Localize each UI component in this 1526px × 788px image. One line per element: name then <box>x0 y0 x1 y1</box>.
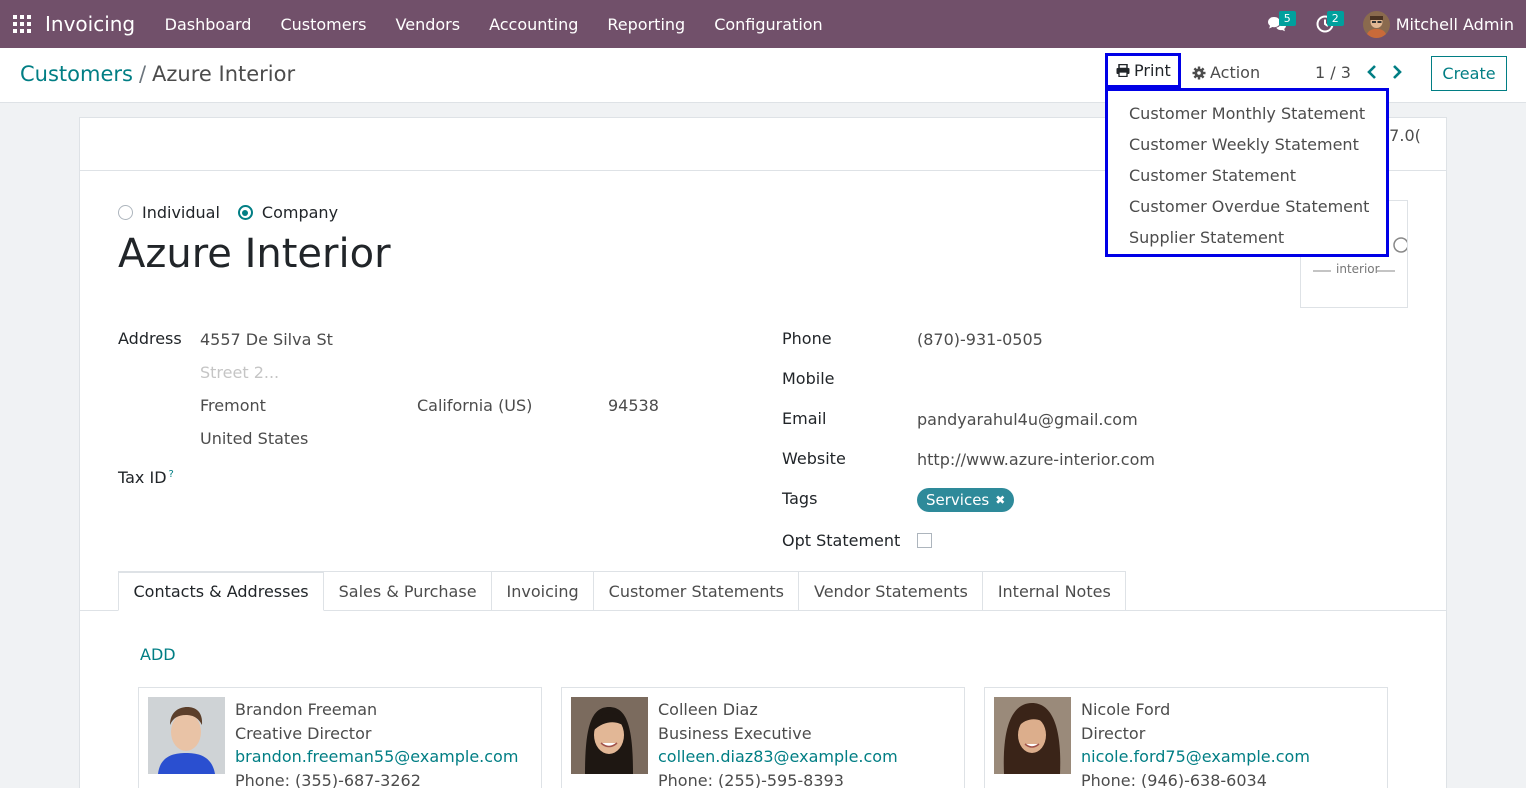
tab-contacts-addresses[interactable]: Contacts & Addresses <box>118 571 325 611</box>
contact-photo <box>571 697 648 774</box>
contact-name: Nicole Ford <box>1081 700 1171 719</box>
contact-photo <box>148 697 225 774</box>
breadcrumb-customers-link[interactable]: Customers <box>20 62 133 86</box>
contact-phone: Phone: (355)-687-3262 <box>235 770 421 788</box>
state-field[interactable]: California (US) <box>417 396 532 415</box>
remove-tag-icon[interactable]: ✖ <box>995 493 1005 507</box>
tax-id-help-icon[interactable]: ? <box>169 469 174 480</box>
contact-card[interactable]: Colleen Diaz Business Executive colleen.… <box>561 687 965 788</box>
tab-internal-notes[interactable]: Internal Notes <box>983 571 1127 611</box>
contact-info: Colleen Diaz Business Executive colleen.… <box>658 698 898 788</box>
contact-name: Colleen Diaz <box>658 700 758 719</box>
tag-services[interactable]: Services ✖ <box>917 488 1015 512</box>
contact-info: Brandon Freeman Creative Director brando… <box>235 698 518 788</box>
activities-badge: 2 <box>1326 11 1344 26</box>
menu-configuration[interactable]: Configuration <box>700 15 838 34</box>
menu-dashboard[interactable]: Dashboard <box>150 15 266 34</box>
contact-email[interactable]: brandon.freeman55@example.com <box>235 745 518 769</box>
notebook-tabs: Contacts & Addresses Sales & Purchase In… <box>118 571 1127 611</box>
action-label: Action <box>1210 63 1261 82</box>
menu-accounting[interactable]: Accounting <box>475 15 593 34</box>
street-field[interactable]: 4557 De Silva St <box>200 330 333 349</box>
menu-vendors[interactable]: Vendors <box>381 15 475 34</box>
chevron-right-icon <box>1393 65 1402 79</box>
print-supplier-statement[interactable]: Supplier Statement <box>1108 228 1386 259</box>
contact-title: Director <box>1081 723 1146 743</box>
contact-name: Brandon Freeman <box>235 700 378 719</box>
tax-id-label: Tax ID? <box>118 468 174 487</box>
contact-email[interactable]: colleen.diaz83@example.com <box>658 745 898 769</box>
messages-button[interactable]: 5 <box>1257 0 1297 48</box>
user-name[interactable]: Mitchell Admin <box>1396 15 1514 34</box>
opt-statement-label: Opt Statement <box>782 531 901 550</box>
menu-reporting[interactable]: Reporting <box>593 15 700 34</box>
contact-phone: Phone: (946)-638-6034 <box>1081 770 1267 788</box>
print-label: Print <box>1134 61 1171 80</box>
print-dropdown-menu: Customer Monthly Statement Customer Week… <box>1105 88 1389 257</box>
tab-vendor-statements[interactable]: Vendor Statements <box>799 571 984 611</box>
contact-card[interactable]: Nicole Ford Director nicole.ford75@examp… <box>984 687 1388 788</box>
company-label[interactable]: Company <box>262 203 338 222</box>
website-field[interactable]: http://www.azure-interior.com <box>917 450 1155 469</box>
tags-label: Tags <box>782 489 818 508</box>
mobile-label: Mobile <box>782 369 835 388</box>
menu-customers[interactable]: Customers <box>266 15 381 34</box>
print-customer-statement[interactable]: Customer Statement <box>1108 166 1386 197</box>
logo-text: interior <box>1336 262 1380 276</box>
tab-customer-statements[interactable]: Customer Statements <box>594 571 800 611</box>
breadcrumb: Customers / Azure Interior <box>20 62 295 86</box>
create-button[interactable]: Create <box>1431 56 1507 91</box>
pager-value[interactable]: 1 / 3 <box>1315 63 1351 82</box>
print-customer-overdue-statement[interactable]: Customer Overdue Statement <box>1108 197 1386 228</box>
messages-badge: 5 <box>1278 11 1296 26</box>
phone-field[interactable]: (870)-931-0505 <box>917 330 1043 349</box>
pager-next-button[interactable] <box>1391 64 1403 83</box>
opt-statement-checkbox[interactable] <box>917 533 932 548</box>
breadcrumb-separator: / <box>138 62 147 86</box>
activities-button[interactable]: 2 <box>1305 0 1345 48</box>
email-label: Email <box>782 409 827 428</box>
tab-sales-purchase[interactable]: Sales & Purchase <box>324 571 493 611</box>
individual-label[interactable]: Individual <box>142 203 220 222</box>
email-field[interactable]: pandyarahul4u@gmail.com <box>917 410 1138 429</box>
apps-menu-icon[interactable] <box>13 15 31 33</box>
website-label: Website <box>782 449 846 468</box>
contact-title: Creative Director <box>235 723 372 743</box>
contact-photo <box>994 697 1071 774</box>
gear-icon <box>1192 66 1206 79</box>
top-navbar: Invoicing Dashboard Customers Vendors Ac… <box>0 0 1526 48</box>
breadcrumb-current: Azure Interior <box>152 62 296 86</box>
pager-previous-button[interactable] <box>1366 64 1378 83</box>
phone-label: Phone <box>782 329 832 348</box>
contact-info: Nicole Ford Director nicole.ford75@examp… <box>1081 698 1310 788</box>
zip-field[interactable]: 94538 <box>608 396 659 415</box>
address-label: Address <box>118 329 182 348</box>
app-title[interactable]: Invoicing <box>45 12 135 36</box>
print-button[interactable]: Print <box>1105 53 1181 88</box>
print-customer-weekly-statement[interactable]: Customer Weekly Statement <box>1108 135 1386 166</box>
contact-phone: Phone: (255)-595-8393 <box>658 770 844 788</box>
user-avatar[interactable] <box>1362 10 1390 38</box>
city-field[interactable]: Fremont <box>200 396 266 415</box>
print-customer-monthly-statement[interactable]: Customer Monthly Statement <box>1108 104 1386 135</box>
add-contact-button[interactable]: ADD <box>140 645 176 664</box>
action-button[interactable]: Action <box>1192 63 1260 82</box>
printer-icon <box>1116 64 1130 77</box>
contact-email[interactable]: nicole.ford75@example.com <box>1081 745 1310 769</box>
partner-name-field[interactable]: Azure Interior <box>118 231 391 277</box>
country-field[interactable]: United States <box>200 429 308 448</box>
street2-field[interactable]: Street 2... <box>200 363 279 382</box>
company-radio[interactable] <box>237 205 253 220</box>
company-type-radio: Individual Company <box>118 203 356 222</box>
individual-radio[interactable] <box>118 205 133 220</box>
chevron-left-icon <box>1367 65 1376 79</box>
tab-invoicing[interactable]: Invoicing <box>492 571 595 611</box>
contact-title: Business Executive <box>658 723 812 743</box>
contact-card[interactable]: Brandon Freeman Creative Director brando… <box>138 687 542 788</box>
